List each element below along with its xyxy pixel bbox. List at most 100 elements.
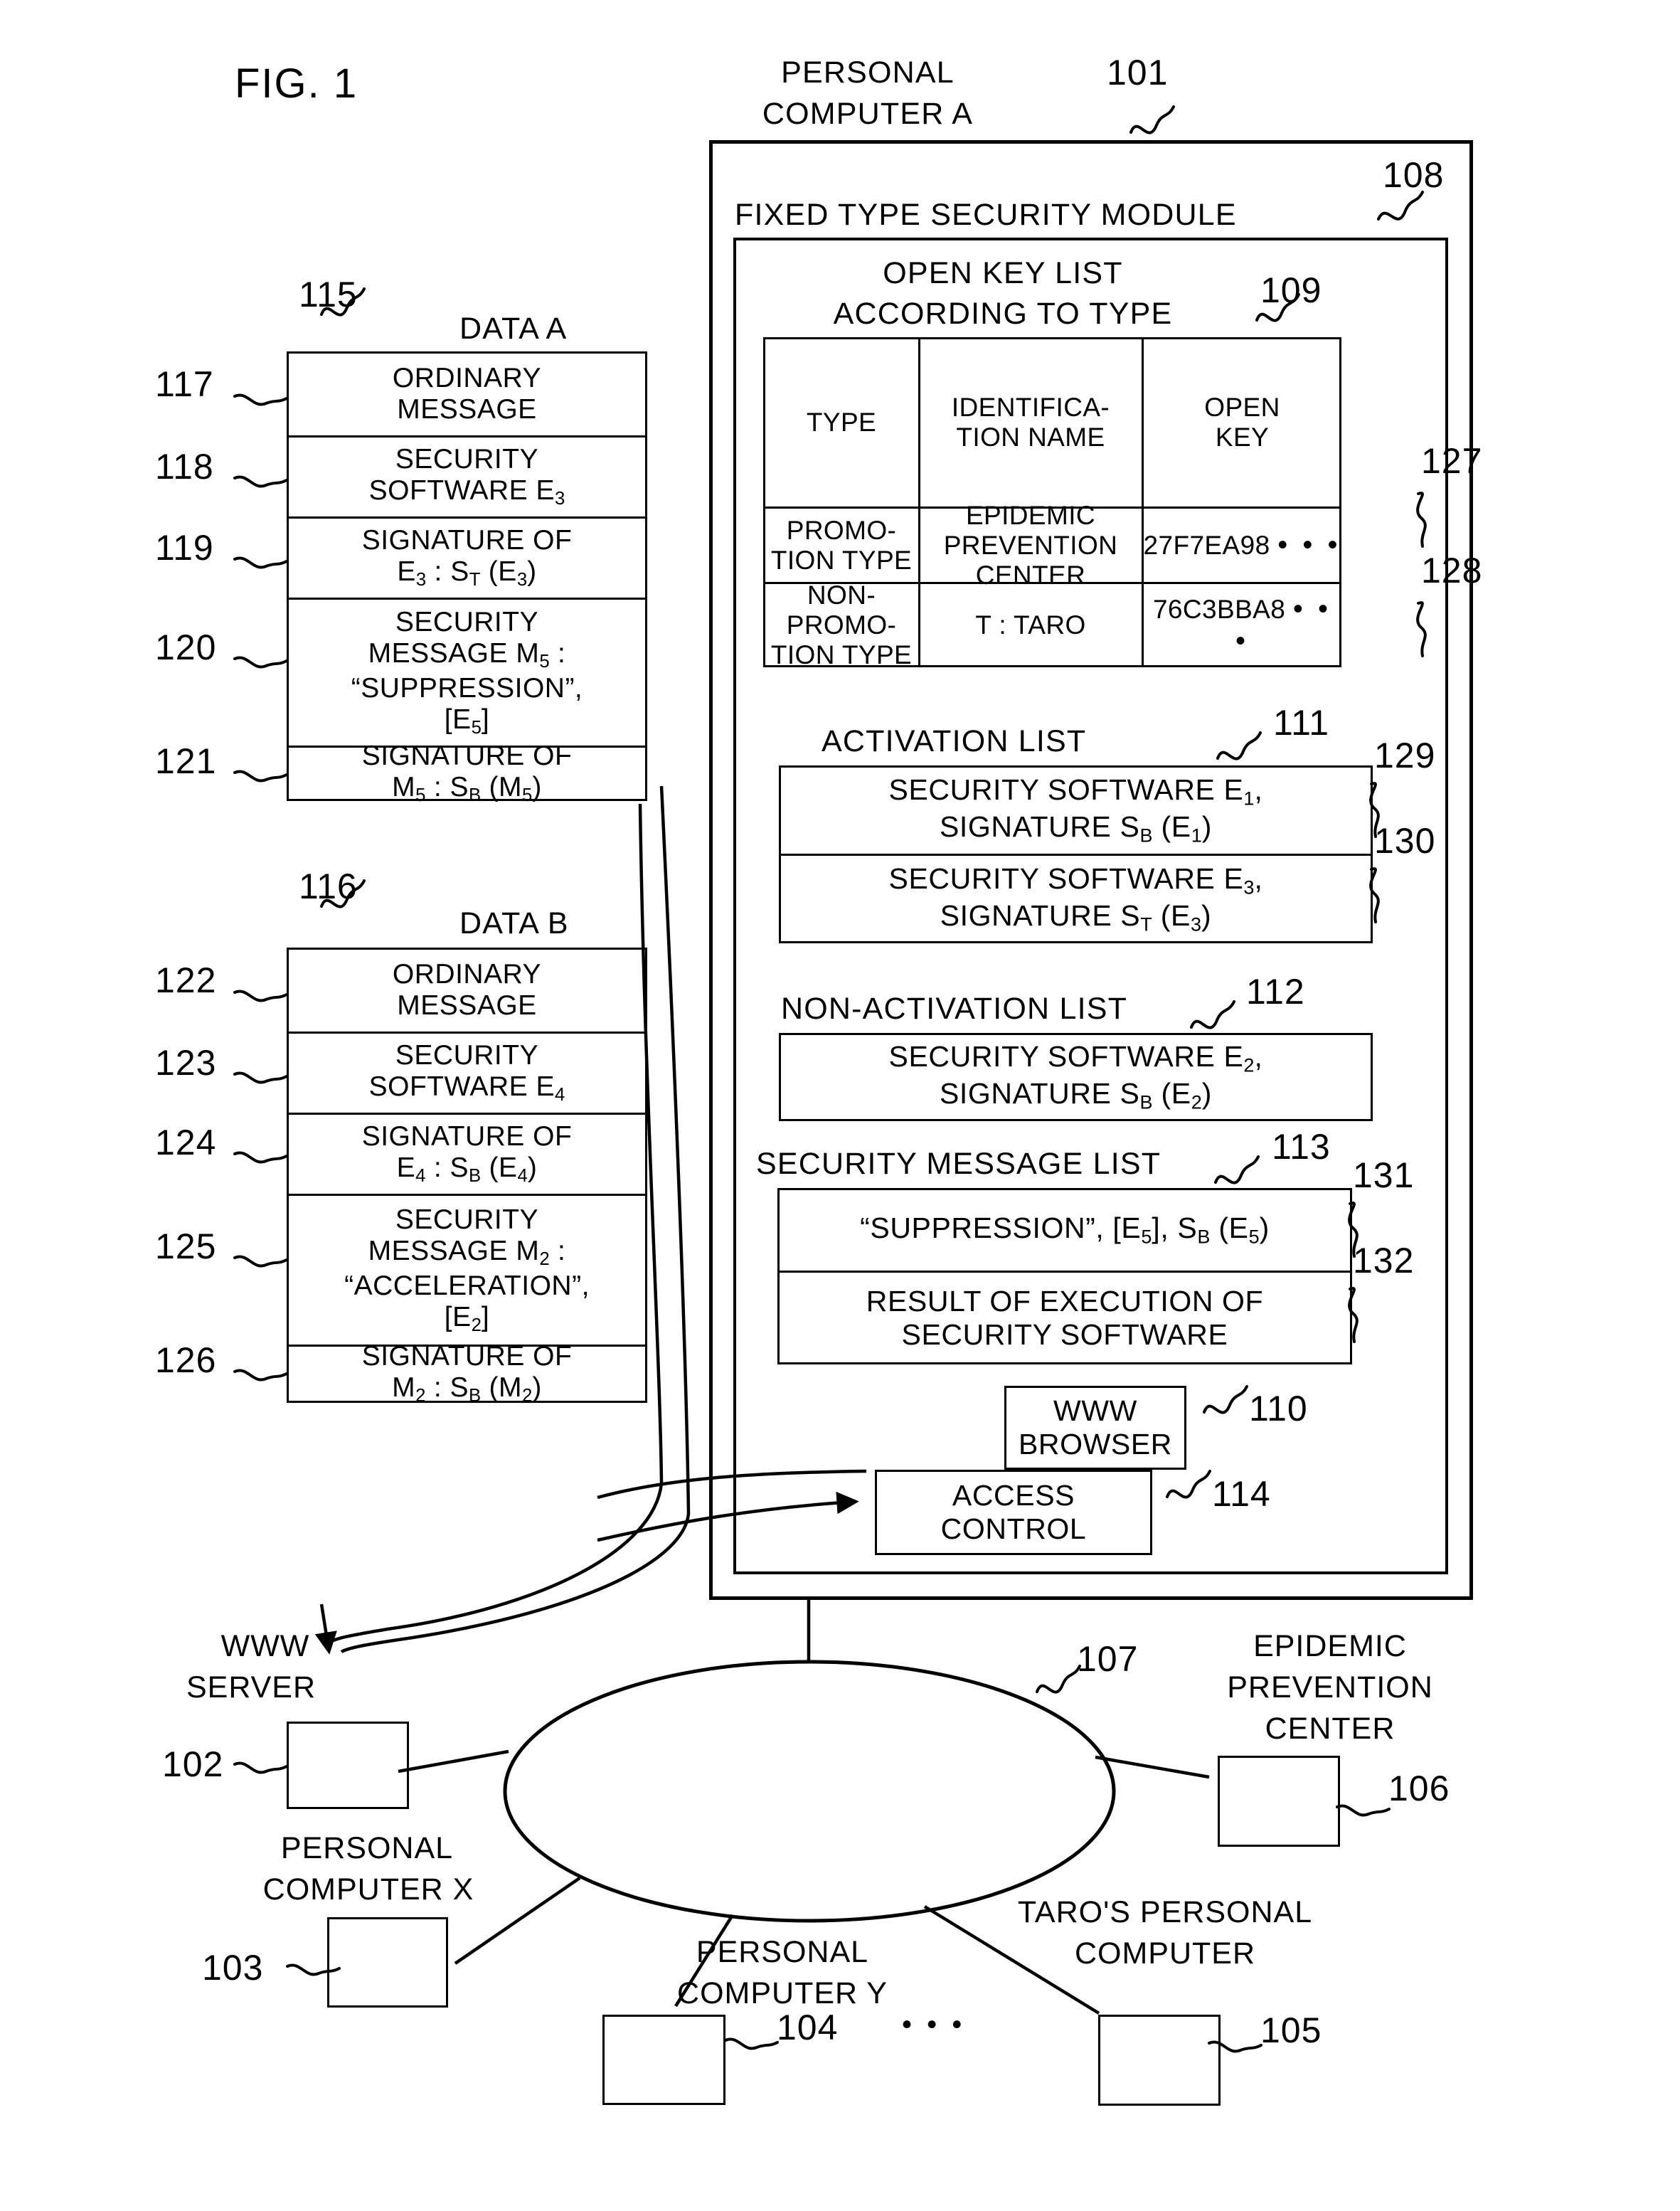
ref-123: 123: [155, 1043, 217, 1083]
non-activation-list-item-1: SECURITY SOFTWARE E2, SIGNATURE SB (E2): [780, 1034, 1371, 1120]
security-message-list-item-1: “SUPPRESSION”, [E5], SB (E5): [779, 1189, 1351, 1271]
open-key-row-1-type: PROMO- TION TYPE: [765, 509, 918, 582]
ref-103: 103: [202, 1948, 264, 1988]
open-key-row-1-identification-text: EPIDEMIC PREVENTION CENTER: [943, 500, 1118, 590]
ref-128: 128: [1421, 551, 1483, 590]
open-key-table-header-open-key: OPEN KEY: [1143, 339, 1341, 507]
data-a-row-2: SECURITY SOFTWARE E3: [288, 438, 646, 516]
data-a-row-1: ORDINARY MESSAGE: [288, 353, 646, 435]
ref-111: 111: [1273, 703, 1330, 743]
ref-110: 110: [1249, 1389, 1308, 1428]
ref-104: 104: [777, 2008, 839, 2047]
taros-personal-computer-box: [1098, 2015, 1221, 2106]
ref-129: 129: [1374, 736, 1436, 775]
ref-107: 107: [1077, 1639, 1139, 1679]
network-ellipsis: • • •: [902, 2009, 966, 2040]
personal-computer-a-label-line2: COMPUTER A: [762, 97, 974, 131]
ref-120: 120: [155, 627, 217, 667]
epidemic-prevention-center-box: [1218, 1756, 1340, 1847]
activation-list-title: ACTIVATION LIST: [822, 724, 1087, 758]
ref-117: 117: [155, 364, 214, 404]
epidemic-prevention-center-label-line3: CENTER: [1265, 1712, 1395, 1746]
non-activation-list-item-1-text: SECURITY SOFTWARE E2, SIGNATURE SB (E2): [888, 1040, 1263, 1113]
open-key-row-2-type-text: NON- PROMO- TION TYPE: [770, 580, 913, 669]
epidemic-prevention-center-label-line2: PREVENTION: [1227, 1670, 1433, 1704]
open-key-table-header-identification-text: IDENTIFICA- TION NAME: [951, 393, 1110, 452]
data-b-row-4: SECURITY MESSAGE M2 : “ACCELERATION”, [E2]: [288, 1196, 646, 1345]
data-a-row-1-text: ORDINARY MESSAGE: [392, 363, 542, 425]
personal-computer-y-box: [602, 2015, 725, 2105]
data-a-row-3: SIGNATURE OF E3 : ST (E3): [288, 519, 646, 598]
data-b-row-5: SIGNATURE OF M2 : SB (M2): [288, 1341, 646, 1406]
personal-computer-x-label-line2: COMPUTER X: [262, 1872, 474, 1907]
open-key-row-2-open-key-text: 76C3BBA8 • • •: [1152, 593, 1332, 657]
non-activation-list-title: NON-ACTIVATION LIST: [781, 992, 1128, 1026]
ref-127: 127: [1421, 441, 1483, 481]
data-a-row-3-text: SIGNATURE OF E3 : ST (E3): [361, 525, 573, 590]
ref-108: 108: [1383, 155, 1445, 195]
activation-list-item-1: SECURITY SOFTWARE E1, SIGNATURE SB (E1): [780, 767, 1371, 854]
data-a-row-4: SECURITY MESSAGE M5 : “SUPPRESSION”, [E5]: [288, 600, 646, 746]
data-b-row-1: ORDINARY MESSAGE: [288, 949, 646, 1032]
data-b-row-3-text: SIGNATURE OF E4 : SB (E4): [361, 1121, 573, 1187]
data-b-title: DATA B: [459, 906, 569, 940]
www-server-label-line2: SERVER: [186, 1670, 317, 1704]
ref-105: 105: [1260, 2010, 1322, 2050]
activation-list-item-2: SECURITY SOFTWARE E3, SIGNATURE ST (E3): [780, 856, 1371, 942]
data-a-row-5: SIGNATURE OF M5 : SB (M5): [288, 741, 646, 805]
open-key-list-title-line1: OPEN KEY LIST: [883, 256, 1123, 290]
data-b-row-5-text: SIGNATURE OF M2 : SB (M2): [361, 1341, 573, 1406]
ref-125: 125: [155, 1226, 217, 1266]
ref-126: 126: [155, 1340, 217, 1380]
activation-list-item-2-text: SECURITY SOFTWARE E3, SIGNATURE ST (E3): [888, 861, 1263, 935]
data-b-row-1-text: ORDINARY MESSAGE: [392, 959, 542, 1021]
ref-132: 132: [1353, 1241, 1415, 1281]
ref-118: 118: [155, 447, 214, 487]
data-a-row-2-text: SECURITY SOFTWARE E3: [368, 444, 565, 509]
access-control-label-text: ACCESS CONTROL: [940, 1479, 1087, 1545]
open-key-list-title-line2: ACCORDING TO TYPE: [833, 297, 1173, 331]
ref-115: 115: [299, 275, 358, 314]
access-control-label: ACCESS CONTROL: [876, 1471, 1151, 1554]
open-key-row-1-identification: EPIDEMIC PREVENTION CENTER: [920, 501, 1142, 590]
security-message-list-item-1-text: “SUPPRESSION”, [E5], SB (E5): [860, 1211, 1270, 1248]
ref-113: 113: [1272, 1127, 1331, 1167]
security-message-list-title: SECURITY MESSAGE LIST: [756, 1147, 1161, 1181]
personal-computer-a-label-line1: PERSONAL: [781, 55, 955, 90]
ref-122: 122: [155, 960, 217, 1000]
ref-101: 101: [1107, 53, 1169, 92]
ref-119: 119: [155, 528, 214, 568]
ref-124: 124: [155, 1123, 217, 1162]
data-a-row-4-text: SECURITY MESSAGE M5 : “SUPPRESSION”, [E5]: [351, 607, 583, 738]
personal-computer-y-label-line1: PERSONAL: [696, 1935, 869, 1969]
security-message-list-item-2: RESULT OF EXECUTION OF SECURITY SOFTWARE: [779, 1273, 1351, 1363]
figure-title: FIG. 1: [235, 60, 358, 107]
data-a-row-5-text: SIGNATURE OF M5 : SB (M5): [361, 741, 573, 806]
network-cloud: [503, 1660, 1116, 1923]
personal-computer-x-box: [327, 1917, 448, 2008]
www-browser-label: WWW BROWSER: [1006, 1387, 1185, 1468]
open-key-table-header-type-text: TYPE: [806, 408, 877, 437]
ref-121: 121: [155, 741, 217, 781]
epidemic-prevention-center-label-line1: EPIDEMIC: [1253, 1629, 1407, 1663]
www-server-label-line1: WWW: [220, 1629, 310, 1663]
ref-116: 116: [299, 866, 358, 906]
ref-102: 102: [162, 1744, 224, 1784]
open-key-row-1-type-text: PROMO- TION TYPE: [770, 515, 913, 575]
patent-figure-page: FIG. 1 PERSONAL COMPUTER A 101 FIXED TYP…: [0, 0, 1680, 2211]
ref-112: 112: [1246, 972, 1305, 1012]
open-key-row-2-type: NON- PROMO- TION TYPE: [765, 580, 918, 669]
open-key-row-2-identification-text: T : TARO: [975, 610, 1086, 640]
www-browser-label-text: WWW BROWSER: [1018, 1394, 1173, 1460]
open-key-row-1-open-key-text: 27F7EA98 • • •: [1143, 529, 1341, 561]
data-b-row-4-text: SECURITY MESSAGE M2 : “ACCELERATION”, [E2]: [344, 1204, 590, 1335]
open-key-table-header-open-key-text: OPEN KEY: [1204, 393, 1280, 452]
ref-131: 131: [1353, 1155, 1415, 1195]
data-b-row-3: SIGNATURE OF E4 : SB (E4): [288, 1115, 646, 1194]
open-key-row-2-identification: T : TARO: [920, 584, 1142, 666]
ref-109: 109: [1260, 270, 1322, 310]
open-key-table-header-identification: IDENTIFICA- TION NAME: [920, 339, 1142, 507]
taros-personal-computer-label-line1: TARO'S PERSONAL: [1017, 1895, 1313, 1929]
www-server-box: [287, 1722, 409, 1809]
security-module-label: FIXED TYPE SECURITY MODULE: [735, 198, 1237, 232]
